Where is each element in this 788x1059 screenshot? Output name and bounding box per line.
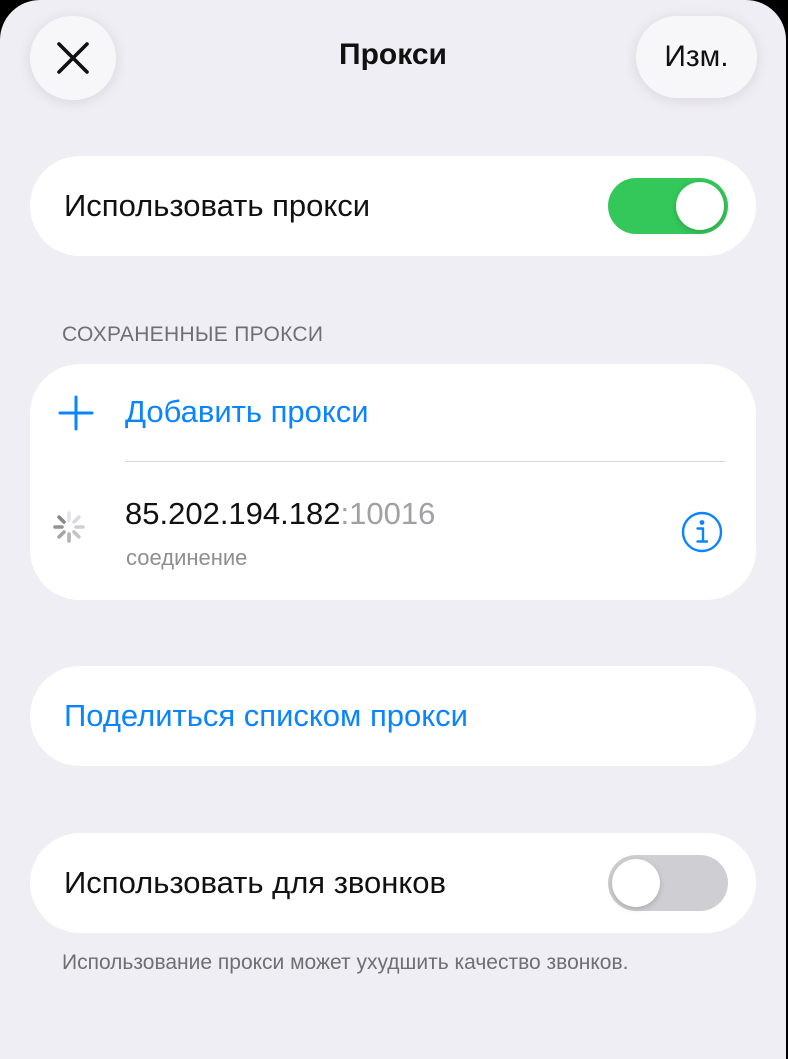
proxy-address: 85.202.194.182:10016 — [125, 496, 435, 532]
proxy-host: 85.202.194.182 — [125, 496, 341, 531]
share-proxy-list-button[interactable]: Поделиться списком прокси — [30, 666, 756, 766]
plus-icon — [58, 395, 94, 431]
proxy-port: :10016 — [340, 496, 436, 531]
proxy-status: соединение — [126, 545, 248, 570]
toggle-knob — [612, 859, 660, 907]
edit-button[interactable]: Изм. — [636, 16, 757, 98]
share-proxy-list-label: Поделиться списком прокси — [64, 698, 468, 733]
use-for-calls-row: Использовать для звонков — [30, 833, 756, 933]
use-proxy-row: Использовать прокси — [30, 156, 756, 256]
saved-proxies-section-title: СОХРАНЕННЫЕ ПРОКСИ — [62, 323, 324, 346]
toggle-knob — [676, 182, 724, 230]
use-proxy-toggle[interactable] — [608, 178, 728, 234]
add-proxy-label: Добавить прокси — [125, 394, 369, 429]
use-for-calls-toggle[interactable] — [608, 855, 728, 911]
info-icon — [681, 511, 723, 553]
use-proxy-label: Использовать прокси — [64, 188, 371, 223]
add-proxy-row[interactable]: Добавить прокси — [30, 364, 756, 462]
loading-spinner-icon — [53, 511, 85, 543]
saved-proxies-card: Добавить прокси 85.202.194.182:10016 сое… — [30, 364, 756, 600]
use-for-calls-label: Использовать для звонков — [64, 865, 447, 900]
proxy-info-button[interactable] — [680, 510, 724, 554]
calls-quality-note: Использование прокси может ухудшить каче… — [62, 951, 629, 974]
proxy-settings-screen: Прокси Изм. Использовать прокси СОХРАНЕН… — [0, 0, 786, 1059]
